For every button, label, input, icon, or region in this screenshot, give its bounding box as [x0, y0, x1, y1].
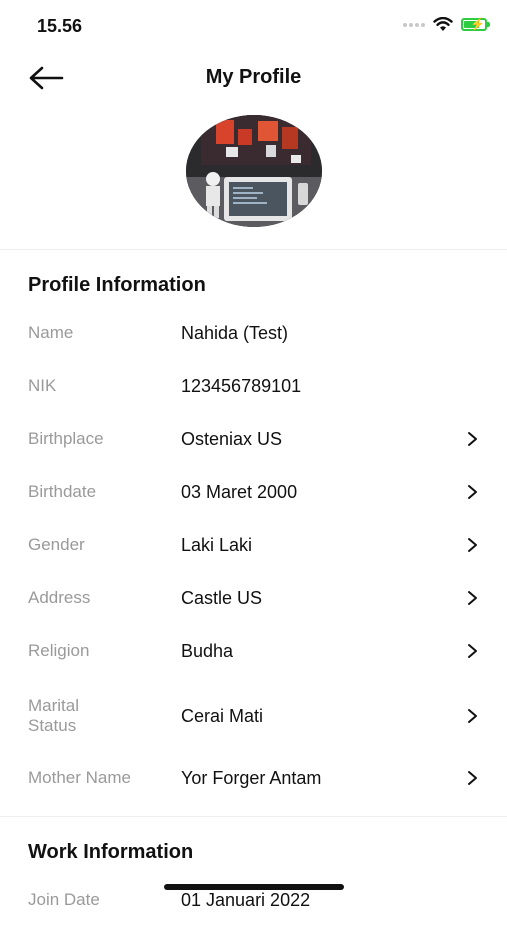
chevron-right-icon — [468, 538, 477, 552]
field-value: 123456789101 — [181, 376, 302, 396]
divider — [0, 816, 507, 817]
field-label: Marital Status — [28, 696, 80, 735]
field-value: Laki Laki — [181, 535, 253, 555]
chevron-right-icon — [468, 485, 477, 499]
profile-row-name: Name Nahida (Test) — [0, 307, 507, 359]
profile-row-mother-name[interactable]: Mother Name Yor Forger Antam — [0, 752, 507, 804]
profile-row-birthplace[interactable]: Birthplace Osteniax US — [0, 413, 507, 465]
field-label: Birthdate — [28, 482, 97, 501]
chevron-right-icon — [468, 644, 477, 658]
section-title-work: Work Information — [28, 841, 194, 863]
wifi-icon — [433, 17, 453, 31]
status-icons: ⚡ — [403, 17, 490, 32]
section-title-profile: Profile Information — [28, 274, 206, 296]
divider — [0, 249, 507, 250]
profile-row-nik: NIK 123456789101 — [0, 360, 507, 412]
field-value: Castle US — [181, 588, 263, 608]
chevron-right-icon — [468, 591, 477, 605]
field-label: Address — [28, 588, 91, 607]
field-label: Mother Name — [28, 768, 131, 787]
status-bar: 15.56 ⚡ — [0, 0, 507, 52]
home-indicator[interactable] — [164, 884, 344, 890]
nav-bar: My Profile — [0, 52, 507, 104]
battery-charging-icon: ⚡ — [461, 17, 490, 31]
field-label: Join Date — [28, 890, 100, 909]
chevron-right-icon — [468, 771, 477, 785]
field-label: Gender — [28, 535, 85, 554]
signal-icon — [403, 22, 425, 27]
profile-row-birthdate[interactable]: Birthdate 03 Maret 2000 — [0, 466, 507, 518]
chevron-right-icon — [468, 432, 477, 446]
field-value: Nahida (Test) — [181, 323, 289, 343]
status-time: 15.56 — [37, 16, 83, 36]
field-label: NIK — [28, 376, 57, 395]
field-value: Yor Forger Antam — [181, 768, 322, 788]
field-value: Osteniax US — [181, 429, 283, 449]
field-label: Name — [28, 323, 74, 342]
field-label: Birthplace — [28, 429, 104, 448]
avatar[interactable] — [186, 115, 322, 227]
field-value: Cerai Mati — [181, 706, 264, 726]
chevron-right-icon — [468, 709, 477, 723]
page-title: My Profile — [205, 66, 302, 88]
field-value: Budha — [181, 641, 234, 661]
profile-row-gender[interactable]: Gender Laki Laki — [0, 519, 507, 571]
profile-row-address[interactable]: Address Castle US — [0, 572, 507, 624]
profile-row-marital-status[interactable]: Marital Status Cerai Mati — [0, 688, 507, 746]
field-value: 03 Maret 2000 — [181, 482, 298, 502]
field-label: Religion — [28, 641, 90, 660]
profile-row-religion[interactable]: Religion Budha — [0, 625, 507, 677]
field-value: 01 Januari 2022 — [181, 890, 311, 910]
